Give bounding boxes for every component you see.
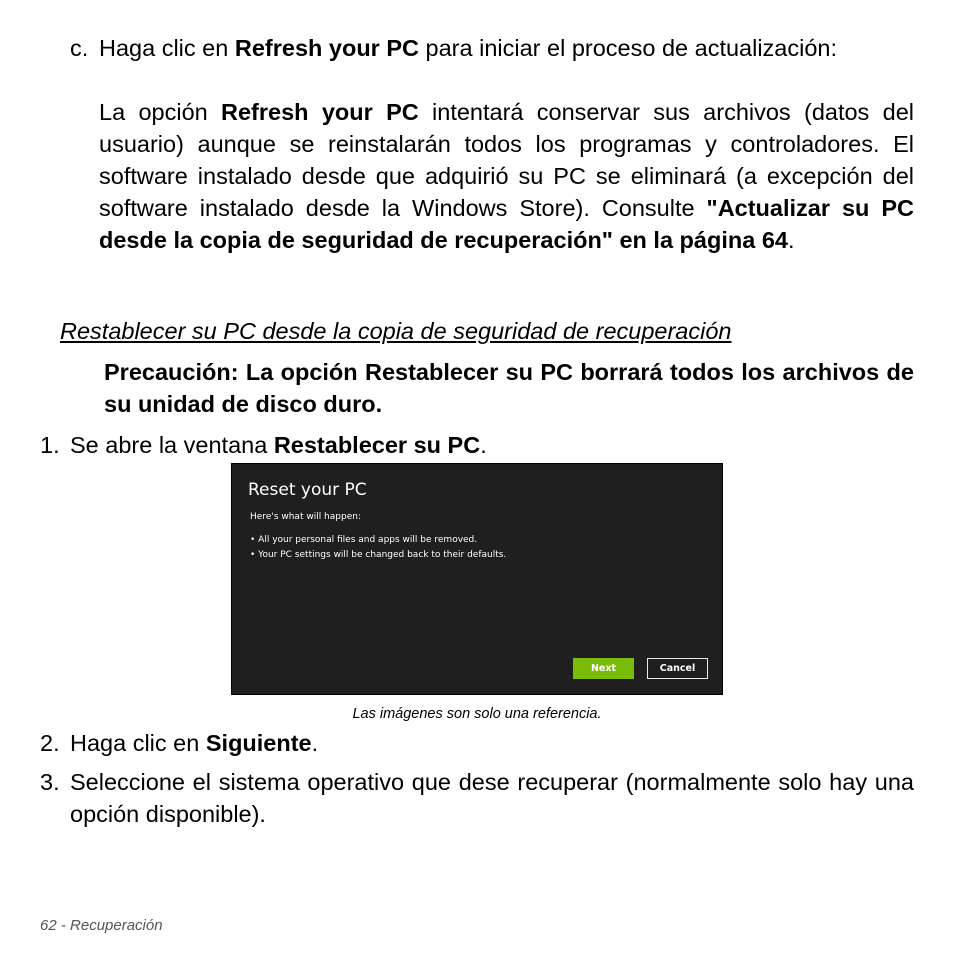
step-1-end: . [480,432,487,458]
refresh-your-pc-label: Refresh your PC [234,35,419,61]
step-c-detail: La opción Refresh your PC intentará cons… [99,96,914,256]
image-caption: Las imágenes son solo una referencia. [352,706,602,722]
step-3-marker: 3. [40,769,60,795]
step-1: Se abre la ventana Restablecer su PC. [70,429,914,461]
detail-prefix: La opción [99,99,222,125]
caution-note: Precaución: La opción Restablecer su PC … [104,359,914,417]
step-c-marker: c. [70,35,89,61]
refresh-your-pc-bold: Refresh your PC [221,99,419,125]
bullet-item: • All your personal files and apps will … [250,535,478,545]
step-1-text: Se abre la ventana [70,432,274,458]
cancel-button[interactable]: Cancel [647,658,708,679]
step-2-marker: 2. [40,730,60,756]
step-c-instruction: Haga clic en Refresh your PC para inicia… [99,32,914,64]
detail-end: . [787,227,795,253]
section-heading: Restablecer su PC desde la copia de segu… [60,318,732,344]
step-2-end: . [311,730,319,756]
step-c-text: Haga clic en [99,35,235,61]
step-2-bold: Siguiente [205,730,312,756]
next-button[interactable]: Next [573,658,634,679]
step-1-marker: 1. [40,432,60,458]
step-1-bold: Restablecer su PC [273,432,481,458]
step-c-text-end: para iniciar el proceso de actualización… [419,35,838,61]
reset-pc-title: Reset your PC [248,480,367,500]
reset-pc-subtitle: Here's what will happen: [250,512,361,522]
bullet-item: • Your PC settings will be changed back … [250,550,507,560]
page-footer: 62 - Recuperación [40,917,163,934]
reset-pc-screenshot: Reset your PC Here's what will happen: •… [231,463,723,695]
step-2-text: Haga clic en [70,730,206,756]
step-2: Haga clic en Siguiente. [70,727,914,759]
reset-pc-bullets: • All your personal files and apps will … [250,533,506,563]
step-3: Seleccione el sistema operativo que dese… [70,769,914,827]
